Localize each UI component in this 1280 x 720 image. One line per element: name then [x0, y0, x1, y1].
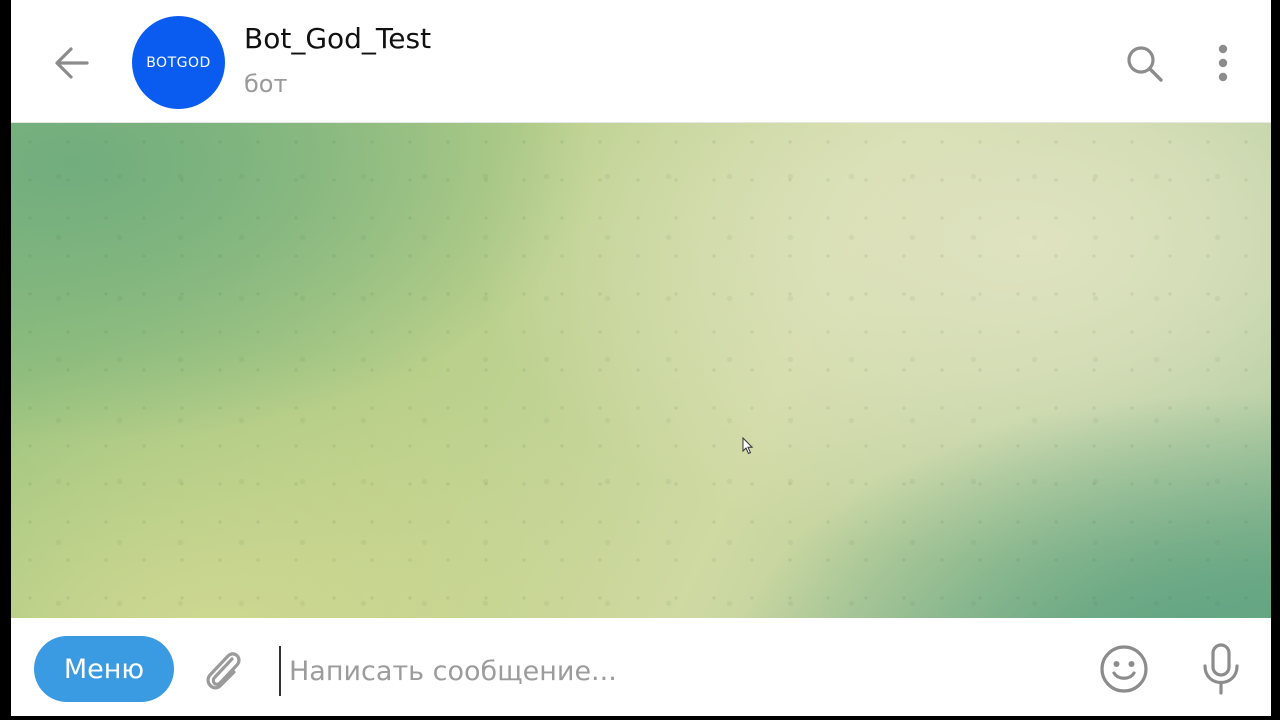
avatar[interactable]: BOTGOD	[132, 16, 225, 109]
chat-title[interactable]: Bot_God_Test	[244, 22, 431, 55]
more-vertical-icon	[1218, 44, 1228, 82]
mouse-cursor-icon	[742, 437, 754, 455]
microphone-icon	[1203, 643, 1239, 695]
smile-icon	[1100, 645, 1148, 693]
back-button[interactable]	[49, 40, 95, 86]
chat-background[interactable]	[11, 123, 1271, 618]
avatar-text: BOTGOD	[146, 54, 211, 71]
menu-button[interactable]: Меню	[34, 636, 174, 702]
search-button[interactable]	[1121, 40, 1169, 88]
paperclip-icon	[206, 652, 241, 690]
chat-subtitle: бот	[244, 70, 288, 98]
arrow-left-icon	[55, 47, 89, 79]
chat-header: BOTGOD Bot_God_Test бот	[11, 0, 1271, 123]
chat-window: BOTGOD Bot_God_Test бот Меню	[11, 0, 1271, 716]
message-input[interactable]	[279, 646, 1071, 696]
attach-button[interactable]	[196, 643, 252, 699]
microphone-button[interactable]	[1196, 640, 1246, 698]
more-button[interactable]	[1201, 38, 1245, 88]
emoji-button[interactable]	[1098, 643, 1150, 695]
search-icon	[1127, 46, 1163, 82]
message-composer: Меню	[11, 618, 1271, 716]
